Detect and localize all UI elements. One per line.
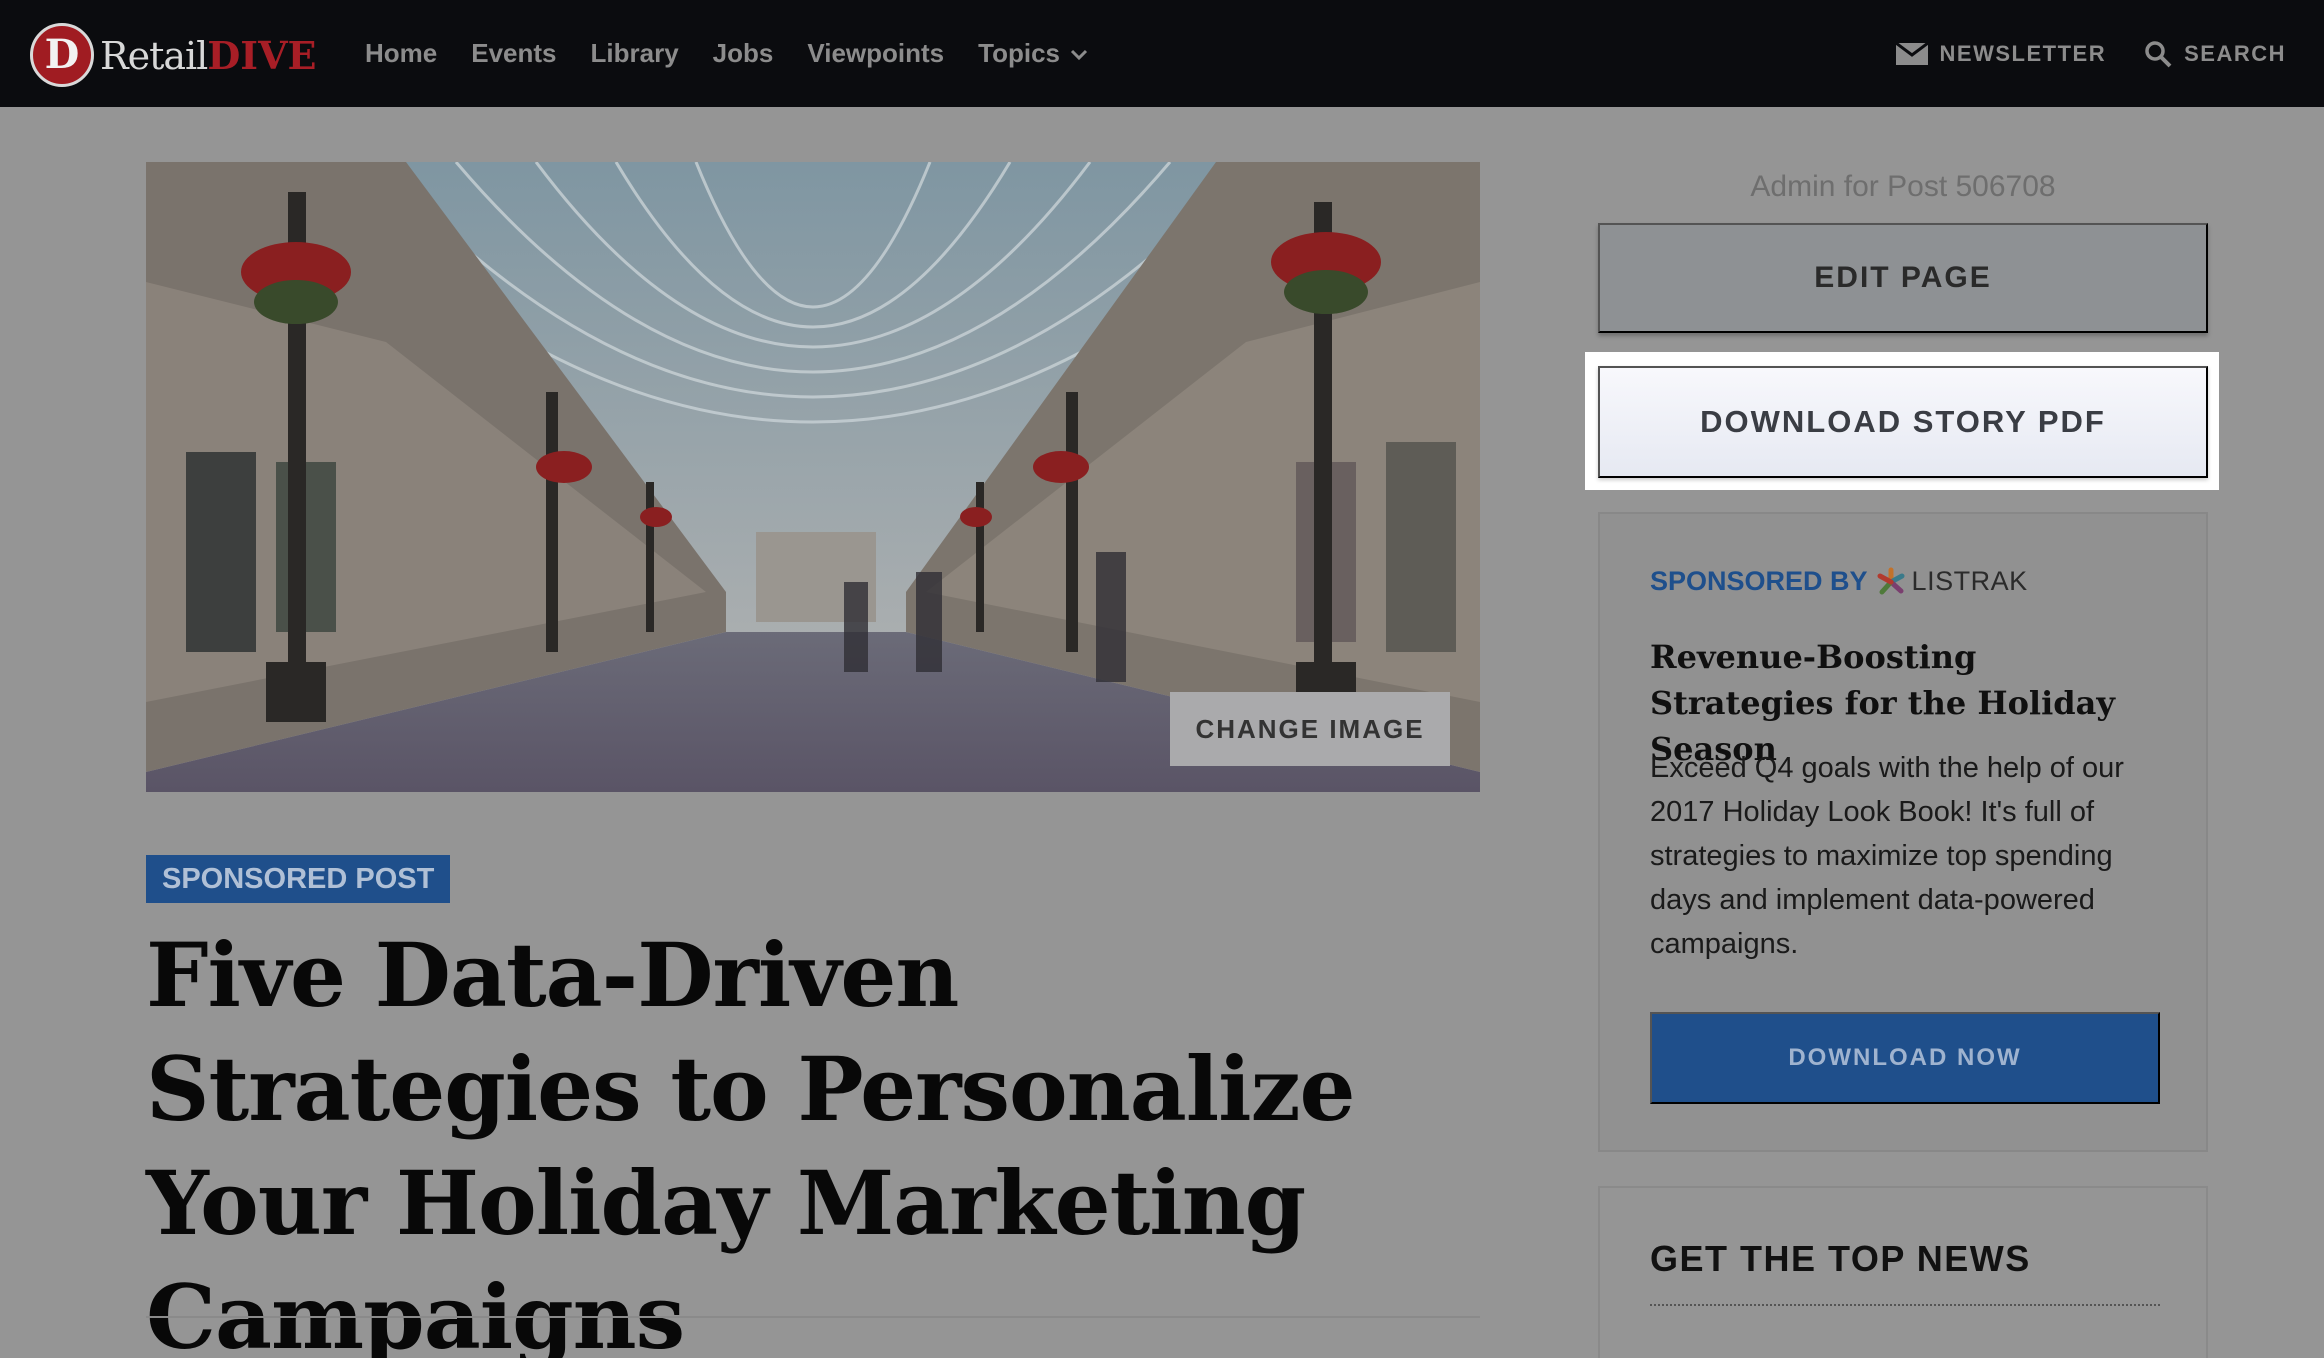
logo-wordmark: RetailDIVE	[100, 32, 317, 78]
admin-label: Admin for Post 506708	[1750, 170, 2056, 203]
chevron-down-icon	[1070, 49, 1088, 60]
article-divider	[146, 1316, 1480, 1318]
retail-dive-logo[interactable]: D RetailDIVE	[30, 23, 317, 87]
promo-description: Exceed Q4 goals with the help of our 201…	[1650, 752, 2124, 960]
nav-topics-label: Topics	[978, 38, 1060, 68]
logo-badge-icon: D	[30, 23, 94, 87]
newsletter-link[interactable]: NEWSLETTER	[1895, 40, 2107, 67]
sponsored-by-label: SPONSORED BY	[1650, 566, 1868, 596]
download-now-button[interactable]: DOWNLOAD NOW	[1650, 1012, 2160, 1104]
listrak-logo-icon	[1877, 567, 1905, 594]
sponsored-promo-card: SPONSORED BY LISTRAK Revenue-Boosting St…	[1598, 512, 2208, 1152]
nav-utilities: NEWSLETTER SEARCH	[1858, 0, 2286, 107]
sponsor-name: LISTRAK	[1911, 566, 2028, 596]
search-icon	[2145, 40, 2172, 67]
edit-page-button[interactable]: EDIT PAGE	[1598, 223, 2208, 333]
nav-home[interactable]: Home	[365, 38, 437, 69]
mail-icon	[1895, 42, 1928, 65]
search-link[interactable]: SEARCH	[2144, 40, 2286, 68]
nav-viewpoints[interactable]: Viewpoints	[807, 38, 944, 69]
sponsored-post-badge: SPONSORED POST	[146, 855, 451, 903]
search-label: SEARCH	[2184, 40, 2286, 66]
nav-library[interactable]: Library	[591, 38, 679, 69]
newsletter-box-rule	[1650, 1304, 2160, 1306]
nav-jobs[interactable]: Jobs	[713, 38, 774, 69]
article-headline: Five Data-Driven Strategies to Personali…	[146, 923, 1356, 1358]
top-navigation-bar: D RetailDIVE Home Events Library Jobs Vi…	[0, 0, 2324, 107]
newsletter-label: NEWSLETTER	[1939, 40, 2107, 66]
nav-topics[interactable]: Topics	[978, 38, 1090, 69]
change-image-button[interactable]: CHANGE IMAGE	[1170, 692, 1450, 766]
main-nav: Home Events Library Jobs Viewpoints Topi…	[365, 0, 1124, 107]
sponsored-by-line: SPONSORED BY LISTRAK	[1650, 566, 2028, 597]
download-story-pdf-button[interactable]: DOWNLOAD STORY PDF	[1598, 366, 2208, 478]
newsletter-signup-box: GET THE TOP NEWS	[1598, 1186, 2208, 1358]
newsletter-box-title: GET THE TOP NEWS	[1650, 1238, 2031, 1279]
nav-events[interactable]: Events	[471, 38, 556, 69]
